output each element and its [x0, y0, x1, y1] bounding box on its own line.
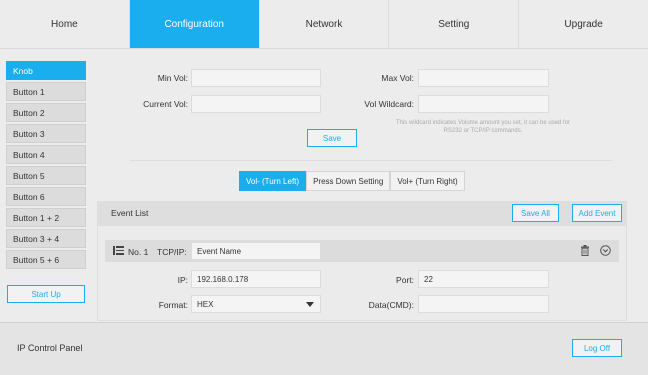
- sidebar-item-button-1-2[interactable]: Button 1 + 2: [6, 208, 86, 227]
- chevron-down-circle-icon[interactable]: [600, 245, 611, 256]
- tab-setting[interactable]: Setting: [389, 0, 520, 48]
- sidebar-item-button-2[interactable]: Button 2: [6, 103, 86, 122]
- data-cmd-label: Data(CMD):: [368, 300, 414, 310]
- min-vol-input[interactable]: [191, 69, 321, 87]
- add-event-button[interactable]: Add Event: [572, 204, 622, 222]
- wildcard-hint: This wildcard indicates Volume amount yo…: [395, 120, 571, 134]
- sidebar-item-button-1[interactable]: Button 1: [6, 82, 86, 101]
- sidebar-item-button-4[interactable]: Button 4: [6, 145, 86, 164]
- port-input[interactable]: 22: [418, 270, 549, 288]
- max-vol-label: Max Vol:: [381, 73, 414, 83]
- divider: [130, 160, 612, 161]
- format-value: HEX: [197, 299, 214, 309]
- event-number: No. 1: [128, 247, 149, 257]
- sidebar: Knob Button 1 Button 2 Button 3 Button 4…: [6, 61, 86, 271]
- sidebar-item-knob[interactable]: Knob: [6, 61, 86, 80]
- footer: IP Control Panel: [0, 322, 648, 375]
- port-label: Port:: [396, 275, 414, 285]
- sidebar-item-button-5-6[interactable]: Button 5 + 6: [6, 250, 86, 269]
- ip-label: IP:: [177, 275, 188, 285]
- tab-press-down-setting[interactable]: Press Down Setting: [306, 171, 391, 191]
- tab-home[interactable]: Home: [0, 0, 130, 48]
- panel-title: IP Control Panel: [17, 343, 83, 353]
- tab-vol-turn-right[interactable]: Vol+ (Turn Right): [390, 171, 465, 191]
- caret-down-icon: [306, 301, 314, 307]
- tab-configuration[interactable]: Configuration: [129, 0, 260, 48]
- trash-icon[interactable]: [580, 245, 590, 256]
- tab-upgrade[interactable]: Upgrade: [519, 0, 648, 48]
- sidebar-item-button-3-4[interactable]: Button 3 + 4: [6, 229, 86, 248]
- sidebar-item-button-6[interactable]: Button 6: [6, 187, 86, 206]
- save-all-button[interactable]: Save All: [512, 204, 559, 222]
- save-button[interactable]: Save: [307, 129, 357, 147]
- min-vol-label: Min Vol:: [157, 73, 188, 83]
- direction-tabs: Vol- (Turn Left) Press Down Setting Vol+…: [239, 171, 465, 191]
- top-nav: Home Configuration Network Setting Upgra…: [0, 0, 648, 49]
- vol-wildcard-label: Vol Wildcard:: [364, 99, 414, 109]
- event-name-input[interactable]: Event Name: [191, 242, 321, 260]
- vol-wildcard-input[interactable]: [418, 95, 549, 113]
- ip-input[interactable]: 192.168.0.178: [191, 270, 321, 288]
- data-cmd-input[interactable]: [418, 295, 549, 313]
- format-label: Format:: [158, 300, 188, 310]
- tab-vol-turn-left[interactable]: Vol- (Turn Left): [239, 171, 307, 191]
- list-icon[interactable]: [113, 246, 124, 255]
- sidebar-item-button-3[interactable]: Button 3: [6, 124, 86, 143]
- event-type-label: TCP/IP:: [157, 247, 187, 257]
- sidebar-item-button-5[interactable]: Button 5: [6, 166, 86, 185]
- current-vol-input[interactable]: [191, 95, 321, 113]
- event-list-title: Event List: [111, 208, 149, 218]
- format-select[interactable]: HEX: [191, 295, 321, 313]
- current-vol-label: Current Vol:: [143, 99, 188, 109]
- start-up-button[interactable]: Start Up: [7, 285, 85, 303]
- tab-network[interactable]: Network: [260, 0, 390, 48]
- max-vol-input[interactable]: [418, 69, 549, 87]
- log-off-button[interactable]: Log Off: [572, 339, 622, 357]
